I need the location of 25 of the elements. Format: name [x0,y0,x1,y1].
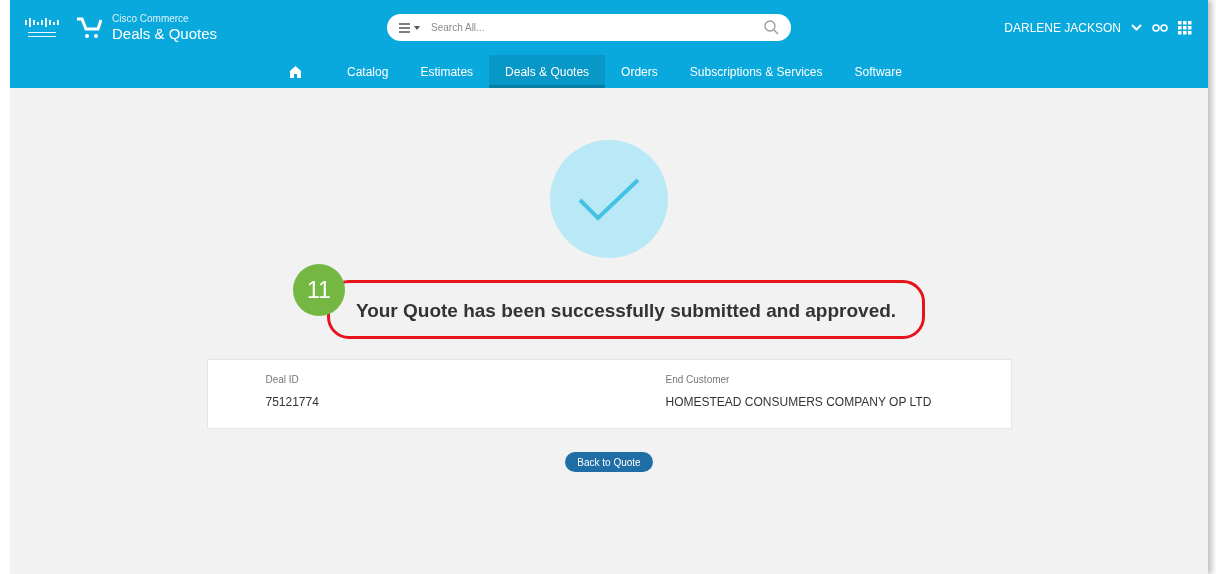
nav-tab[interactable]: Estimates [404,55,490,88]
nav-tab[interactable]: Subscriptions & Services [673,55,839,88]
field-label: Deal ID [265,374,300,385]
nav-tab[interactable]: Deals & Quotes [489,55,606,88]
step-badge: 11 [292,264,345,316]
field-value: 75121774 [265,395,320,409]
search-icon[interactable] [764,20,780,35]
menu-icon[interactable] [399,22,422,33]
brand-subtitle: Cisco Commerce [112,14,190,24]
nav-tab[interactable]: Orders [605,55,674,88]
chevron-down-icon[interactable] [1131,24,1142,31]
user-name[interactable]: DARLENE JACKSON [1004,20,1121,35]
home-icon[interactable] [290,65,301,78]
field-label: End Customer [665,374,731,385]
apps-grid-icon[interactable] [1178,20,1192,35]
search-bar[interactable]: Search All... [387,14,792,41]
logo-icon [24,15,60,40]
checkmark-icon [576,176,642,222]
nav-tab[interactable]: Catalog [331,55,405,88]
field-value: HOMESTEAD CONSUMERS COMPANY OP LTD [665,395,933,409]
cart-icon [76,15,102,40]
back-button[interactable]: Back to Quote [565,452,653,472]
link-icon[interactable] [1152,23,1168,32]
nav-tab[interactable]: Software [838,55,918,88]
app-title: Deals & Quotes [112,26,218,41]
